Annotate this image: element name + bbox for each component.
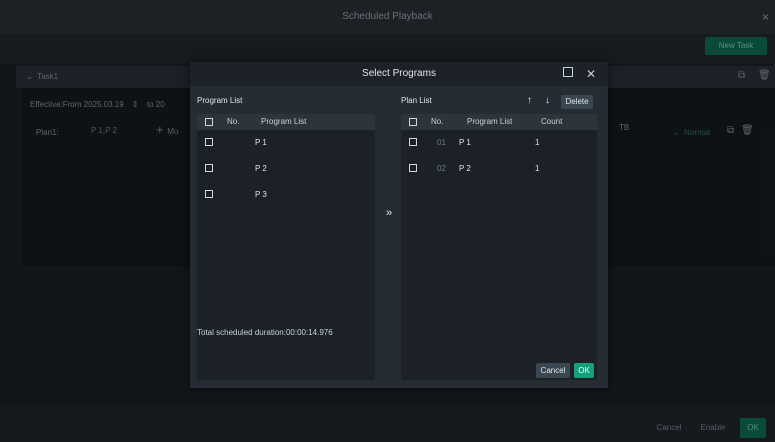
program-list-title: Program List (197, 96, 243, 105)
program-name: P 2 (459, 164, 471, 173)
move-up-icon[interactable]: ↑ (527, 95, 532, 106)
delete-button[interactable]: Delete (561, 95, 593, 109)
program-name: P 1 (459, 138, 471, 147)
plan-list-title: Plan List (401, 96, 432, 105)
add-to-plan-icon[interactable]: » (386, 207, 392, 219)
col-program-list: Program List (261, 117, 307, 126)
move-down-icon[interactable]: ↓ (545, 95, 550, 106)
program-name: P 2 (255, 164, 267, 173)
row-checkbox[interactable] (205, 164, 213, 172)
dialog-ok-button[interactable]: OK (574, 363, 594, 378)
table-row[interactable]: 01 P 1 1 (401, 130, 597, 156)
close-icon[interactable]: ✕ (586, 62, 596, 86)
row-checkbox[interactable] (409, 138, 417, 146)
row-number: 02 (437, 164, 446, 173)
play-count[interactable]: 1 (535, 156, 539, 182)
row-number: 01 (437, 138, 446, 147)
row-checkbox[interactable] (205, 190, 213, 198)
plan-list-header: No. Program List Count (401, 114, 597, 130)
list-item[interactable]: P 2 (197, 156, 375, 182)
row-checkbox[interactable] (409, 164, 417, 172)
select-programs-dialog: Select Programs ✕ Program List No. Progr… (190, 62, 608, 388)
program-list-header: No. Program List (197, 114, 375, 130)
total-duration: Total scheduled duration:00:00:14.976 (197, 328, 333, 337)
dialog-cancel-button[interactable]: Cancel (536, 363, 570, 378)
program-name: P 3 (255, 190, 267, 199)
col-no: No. (431, 117, 444, 126)
list-item[interactable]: P 3 (197, 182, 375, 208)
maximize-icon[interactable] (563, 67, 573, 77)
play-count[interactable]: 1 (535, 130, 539, 156)
col-program-list: Program List (467, 117, 513, 126)
select-all-checkbox[interactable] (205, 118, 213, 126)
row-checkbox[interactable] (205, 138, 213, 146)
table-row[interactable]: 02 P 2 1 (401, 156, 597, 182)
dialog-title: Select Programs (362, 68, 436, 79)
col-no: No. (227, 117, 240, 126)
program-list-table: No. Program List P 1 P 2 P 3 (197, 114, 375, 380)
select-all-checkbox[interactable] (409, 118, 417, 126)
list-item[interactable]: P 1 (197, 130, 375, 156)
plan-list-table: No. Program List Count 01 P 1 1 02 P 2 1 (401, 114, 597, 380)
program-name: P 1 (255, 138, 267, 147)
col-count: Count (541, 117, 563, 126)
